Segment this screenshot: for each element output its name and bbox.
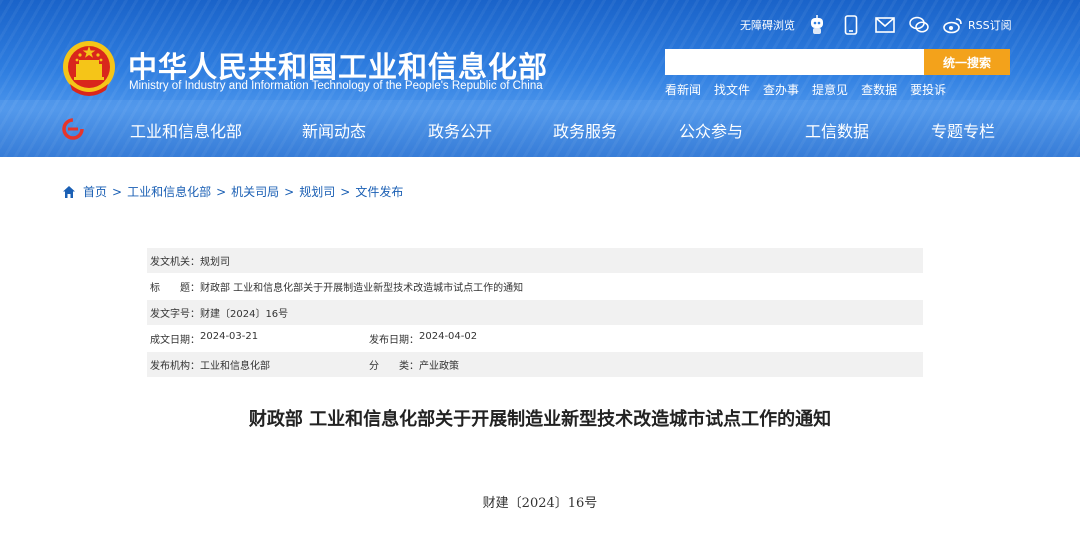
breadcrumb-departments[interactable]: 机关司局 [231,183,279,200]
quick-link-services[interactable]: 查办事 [763,81,799,98]
national-emblem-icon[interactable] [62,40,116,98]
breadcrumb-documents[interactable]: 文件发布 [355,183,403,200]
nav-item-miit[interactable]: 工业和信息化部 [130,118,242,142]
nav-item-gov-services[interactable]: 政务服务 [553,118,617,142]
main-nav: 工业和信息化部 新闻动态 政务公开 政务服务 公众参与 工信数据 专题专栏 [0,112,1080,146]
search-input[interactable] [665,49,924,75]
meta-category-cell: 分 类： 产业政策 [369,357,459,372]
breadcrumb-separator: > [284,184,295,199]
meta-org-label: 发布机构： [150,361,200,372]
quick-links: 看新闻 找文件 查办事 提意见 查数据 要投诉 [665,81,959,98]
wechat-icon[interactable] [907,13,931,37]
quick-link-files[interactable]: 找文件 [714,81,750,98]
miit-logo-icon[interactable] [62,118,84,140]
meta-created-value: 2024-03-21 [200,331,259,342]
article-title: 财政部 工业和信息化部关于开展制造业新型技术改造城市试点工作的通知 [248,409,832,430]
meta-row-title: 标 题： 财政部 工业和信息化部关于开展制造业新型技术改造城市试点工作的通知 [147,274,923,299]
meta-title-label: 标 题： [150,283,200,294]
robot-assistant-icon[interactable] [805,13,829,37]
meta-org-value: 工业和信息化部 [200,361,270,372]
accessibility-link[interactable]: 无障碍浏览 [740,17,795,33]
breadcrumb-planning-dept[interactable]: 规划司 [299,183,335,200]
breadcrumb-home[interactable]: 首页 [83,183,107,200]
meta-row-org: 发布机构： 工业和信息化部 分 类： 产业政策 [147,352,923,377]
utility-bar: 无障碍浏览 RSS订阅 [740,13,1012,37]
meta-doc-number-label: 发文字号： [150,309,200,320]
meta-published-value: 2024-04-02 [419,331,478,342]
mobile-phone-icon[interactable] [839,13,863,37]
meta-created-label: 成文日期： [150,335,200,346]
nav-item-data[interactable]: 工信数据 [805,118,869,142]
document-meta-table: 发文机关： 规划司 标 题： 财政部 工业和信息化部关于开展制造业新型技术改造城… [147,248,923,378]
quick-link-complaint[interactable]: 要投诉 [910,81,946,98]
breadcrumb-separator: > [340,184,351,199]
article-doc-number: 财建〔2024〕16号 [482,496,598,511]
meta-issuer-label: 发文机关： [150,257,200,268]
quick-link-data[interactable]: 查数据 [861,81,897,98]
meta-category-value: 产业政策 [419,361,459,372]
meta-row-issuer: 发文机关： 规划司 [147,248,923,273]
meta-title-value: 财政部 工业和信息化部关于开展制造业新型技术改造城市试点工作的通知 [200,283,524,294]
meta-category-label: 分 类： [369,361,419,372]
meta-created-cell: 成文日期： 2024-03-21 [150,331,369,346]
rss-subscribe-link[interactable]: RSS订阅 [968,17,1012,33]
breadcrumb-miit[interactable]: 工业和信息化部 [127,183,211,200]
meta-row-doc-number: 发文字号： 财建〔2024〕16号 [147,300,923,325]
meta-issuer-value: 规划司 [200,257,230,268]
site-subtitle: Ministry of Industry and Information Tec… [129,80,543,92]
nav-item-gov-affairs[interactable]: 政务公开 [428,118,492,142]
meta-doc-number-value: 财建〔2024〕16号 [200,309,289,320]
nav-item-public[interactable]: 公众参与 [679,118,743,142]
meta-published-label: 发布日期： [369,335,419,346]
nav-item-topics[interactable]: 专题专栏 [931,118,995,142]
search-button[interactable]: 统一搜索 [924,49,1010,75]
quick-link-feedback[interactable]: 提意见 [812,81,848,98]
site-header: 中华人民共和国工业和信息化部 Ministry of Industry and … [0,0,1080,157]
home-icon[interactable] [62,185,76,199]
email-icon[interactable] [873,13,897,37]
meta-org-cell: 发布机构： 工业和信息化部 [150,357,369,372]
breadcrumb-separator: > [216,184,227,199]
nav-item-news[interactable]: 新闻动态 [302,118,366,142]
meta-row-dates: 成文日期： 2024-03-21 发布日期： 2024-04-02 [147,326,923,351]
breadcrumb: 首页 > 工业和信息化部 > 机关司局 > 规划司 > 文件发布 [62,183,403,200]
meta-published-cell: 发布日期： 2024-04-02 [369,331,477,346]
breadcrumb-separator: > [112,184,123,199]
weibo-icon[interactable] [941,13,965,37]
quick-link-news[interactable]: 看新闻 [665,81,701,98]
